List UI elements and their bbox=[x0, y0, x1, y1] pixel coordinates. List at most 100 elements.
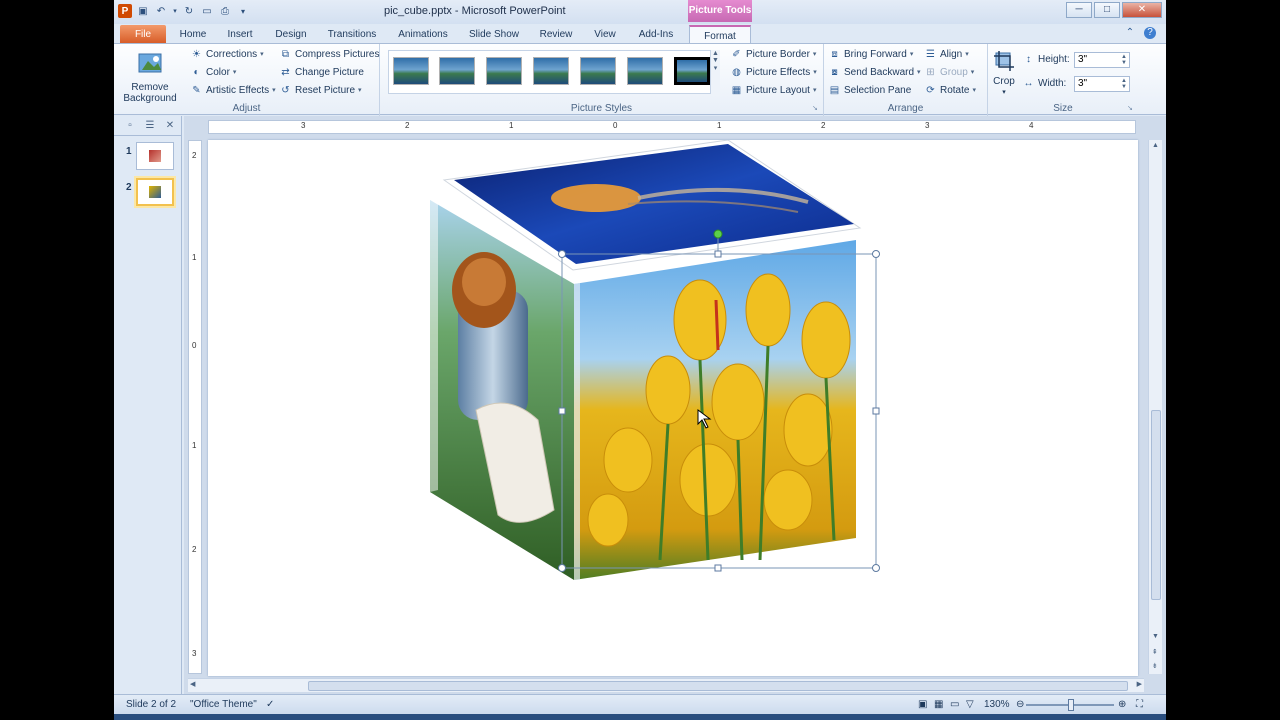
tab-insert[interactable]: Insert bbox=[220, 25, 260, 44]
redo-icon[interactable]: ↻ bbox=[182, 4, 196, 18]
compress-pictures-button[interactable]: ⧉ Compress Pictures bbox=[279, 47, 380, 63]
horizontal-scroll-thumb[interactable] bbox=[308, 681, 1128, 691]
remove-background-icon bbox=[134, 48, 166, 80]
print-icon[interactable]: ⎙ bbox=[218, 4, 232, 18]
picture-style-thumb[interactable] bbox=[533, 57, 569, 85]
tab-home[interactable]: Home bbox=[174, 25, 212, 44]
spell-check-icon[interactable]: ✓ bbox=[266, 695, 274, 714]
slide-canvas[interactable] bbox=[208, 139, 1138, 676]
vertical-scrollbar[interactable]: ▲ ▼ ⇞ ⇟ bbox=[1148, 140, 1162, 674]
remove-background-button[interactable]: Remove Background bbox=[120, 48, 180, 104]
align-icon: ☰ bbox=[926, 49, 935, 60]
picture-style-thumb[interactable] bbox=[439, 57, 475, 85]
help-icon[interactable]: ? bbox=[1144, 27, 1156, 39]
picture-border-button[interactable]: ✐ Picture Border ▾ bbox=[730, 47, 816, 63]
undo-dropdown-icon[interactable]: ▾ bbox=[172, 4, 178, 18]
send-backward-button[interactable]: ⧇ Send Backward ▾ bbox=[828, 65, 920, 81]
tab-file[interactable]: File bbox=[120, 25, 166, 44]
tab-animations[interactable]: Animations bbox=[392, 25, 454, 44]
previous-slide-icon[interactable]: ⇞ bbox=[1152, 648, 1158, 656]
theme-name[interactable]: "Office Theme" bbox=[190, 695, 257, 714]
ruler-tick: 4 bbox=[1029, 121, 1034, 130]
change-picture-button[interactable]: ⇄ Change Picture bbox=[279, 65, 364, 81]
gallery-up-icon[interactable]: ▲ bbox=[711, 50, 720, 57]
scroll-down-icon[interactable]: ▼ bbox=[1152, 633, 1159, 640]
slide-number: 2 bbox=[126, 182, 132, 193]
save-icon[interactable]: ▣ bbox=[136, 4, 150, 18]
tab-format[interactable]: Format bbox=[689, 25, 751, 45]
width-input[interactable]: 3" ▲ ▼ bbox=[1074, 76, 1130, 92]
align-button[interactable]: ☰ Align ▾ bbox=[924, 47, 969, 63]
picture-style-thumb[interactable] bbox=[580, 57, 616, 85]
arrange-group: ⧈ Bring Forward ▾ ⧇ Send Backward ▾ ▤ Selecti… bbox=[824, 44, 988, 116]
height-input[interactable]: 3" ▲ ▼ bbox=[1074, 52, 1130, 68]
minimize-button[interactable]: ─ bbox=[1066, 2, 1092, 18]
picture-style-thumb[interactable] bbox=[393, 57, 429, 85]
quick-access-toolbar: P ▣ ↶ ▾ ↻ ▭ ⎙ ▾ bbox=[118, 4, 250, 18]
height-spinner-icon[interactable]: ▲ ▼ bbox=[1121, 54, 1127, 66]
rotate-button[interactable]: ⟳ Rotate ▾ bbox=[924, 83, 976, 99]
powerpoint-logo-icon[interactable]: P bbox=[118, 4, 132, 18]
tab-add-ins[interactable]: Add-Ins bbox=[632, 25, 680, 44]
crop-button[interactable]: Crop ▾ bbox=[990, 48, 1018, 98]
picture-cube[interactable] bbox=[208, 139, 1138, 676]
close-panel-icon[interactable]: ✕ bbox=[164, 120, 176, 132]
picture-style-thumb-selected[interactable] bbox=[674, 57, 710, 85]
bring-forward-button[interactable]: ⧈ Bring Forward ▾ bbox=[828, 47, 913, 63]
tab-design[interactable]: Design bbox=[268, 25, 314, 44]
scroll-up-icon[interactable]: ▲ bbox=[1152, 142, 1159, 149]
picture-layout-button[interactable]: ▦ Picture Layout ▾ bbox=[730, 83, 817, 99]
horizontal-scrollbar[interactable]: ◀ ▶ bbox=[188, 678, 1144, 692]
zoom-slider-handle[interactable] bbox=[1068, 699, 1074, 711]
outline-tab-icon[interactable]: ☰ bbox=[144, 120, 156, 132]
tab-view[interactable]: View bbox=[588, 25, 622, 44]
vertical-ruler: 2 1 0 1 2 3 bbox=[188, 140, 202, 674]
maximize-button[interactable]: □ bbox=[1094, 2, 1120, 18]
normal-view-icon[interactable]: ▣ bbox=[918, 695, 927, 714]
picture-style-thumb[interactable] bbox=[627, 57, 663, 85]
window-controls: ─ □ ✕ bbox=[1066, 2, 1162, 18]
color-button[interactable]: ◐ Color ▾ bbox=[190, 65, 236, 81]
group-button[interactable]: ⊞ Group ▾ bbox=[924, 65, 974, 81]
artistic-effects-button[interactable]: ✎ Artistic Effects ▾ bbox=[190, 83, 275, 99]
slide-sorter-icon[interactable]: ▦ bbox=[934, 695, 943, 714]
picture-styles-launcher-icon[interactable]: ↘ bbox=[812, 105, 820, 113]
crop-dropdown-icon[interactable]: ▾ bbox=[990, 87, 1018, 98]
picture-style-thumb[interactable] bbox=[486, 57, 522, 85]
status-bar: Slide 2 of 2 "Office Theme" ✓ ▣ ▦ ▭ ▽ 13… bbox=[114, 694, 1166, 714]
fit-slide-icon[interactable]: ⛶ bbox=[1136, 695, 1143, 714]
ruler-tick: 2 bbox=[192, 545, 197, 554]
width-spinner-icon[interactable]: ▲ ▼ bbox=[1121, 78, 1127, 90]
slide-thumbnail-1[interactable] bbox=[136, 142, 174, 170]
customize-qat-icon[interactable]: ▾ bbox=[236, 4, 250, 18]
slide-show-icon[interactable]: ▽ bbox=[966, 695, 974, 714]
tab-slide-show[interactable]: Slide Show bbox=[464, 25, 524, 44]
scroll-left-icon[interactable]: ◀ bbox=[190, 680, 195, 688]
reset-picture-button[interactable]: ↺ Reset Picture ▾ bbox=[279, 83, 361, 99]
gallery-more-icon[interactable]: ▾ bbox=[711, 64, 720, 72]
scroll-right-icon[interactable]: ▶ bbox=[1137, 680, 1142, 688]
corrections-button[interactable]: ☀ Corrections ▾ bbox=[190, 47, 264, 63]
slides-tab-icon[interactable]: ▫ bbox=[124, 120, 136, 132]
zoom-level[interactable]: 130% bbox=[984, 695, 1010, 714]
picture-styles-group: ▲ ▼ ▾ ✐ Picture Border ▾ ◍ Picture Effects ▾ ▦… bbox=[380, 44, 824, 116]
close-button[interactable]: ✕ bbox=[1122, 2, 1162, 18]
open-folder-icon[interactable]: ▭ bbox=[200, 4, 214, 18]
selection-pane-button[interactable]: ▤ Selection Pane bbox=[828, 83, 912, 99]
reading-view-icon[interactable]: ▭ bbox=[950, 695, 959, 714]
slide-thumbnail-2[interactable] bbox=[136, 178, 174, 206]
tab-review[interactable]: Review bbox=[534, 25, 578, 44]
arrange-group-label: Arrange bbox=[887, 103, 924, 114]
picture-effects-button[interactable]: ◍ Picture Effects ▾ bbox=[730, 65, 817, 81]
gallery-scroll[interactable]: ▲ ▼ ▾ bbox=[710, 50, 720, 94]
size-launcher-icon[interactable]: ↘ bbox=[1127, 105, 1135, 113]
undo-icon[interactable]: ↶ bbox=[154, 4, 168, 18]
zoom-out-icon[interactable]: ⊖ bbox=[1016, 695, 1024, 714]
next-slide-icon[interactable]: ⇟ bbox=[1152, 662, 1158, 670]
zoom-in-icon[interactable]: ⊕ bbox=[1118, 695, 1126, 714]
gallery-down-icon[interactable]: ▼ bbox=[711, 57, 720, 64]
tab-transitions[interactable]: Transitions bbox=[320, 25, 384, 44]
ruler-tick: 1 bbox=[509, 121, 514, 130]
vertical-scroll-thumb[interactable] bbox=[1151, 410, 1161, 600]
minimize-ribbon-icon[interactable]: ⌃ bbox=[1124, 27, 1136, 39]
